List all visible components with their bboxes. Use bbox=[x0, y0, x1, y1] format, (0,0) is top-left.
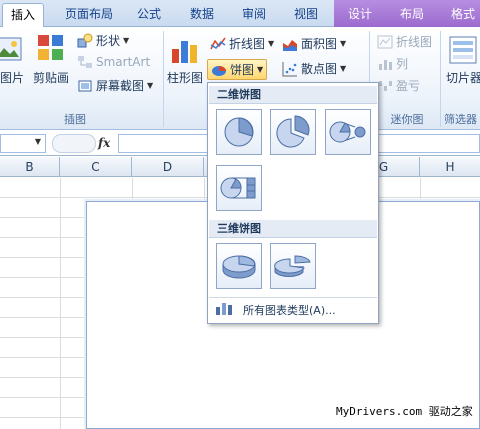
scatter-chart-label: 散点图 bbox=[301, 62, 338, 76]
smartart-button[interactable]: SmartArt bbox=[77, 54, 150, 70]
group-separator bbox=[163, 31, 164, 127]
line-chart-button[interactable]: 折线图 ▼ bbox=[210, 35, 274, 52]
pie-chart-dropdown: 二维饼图 三维饼图 所有图表类型(A)... bbox=[207, 82, 379, 324]
group-separator bbox=[440, 31, 441, 127]
column-header-c[interactable]: C bbox=[60, 157, 132, 177]
area-chart-icon bbox=[282, 36, 298, 52]
tab-layout[interactable]: 布局 bbox=[394, 3, 430, 27]
pie-chart-label: 饼图 bbox=[230, 63, 255, 77]
exploded-pie-3d-tile[interactable] bbox=[270, 243, 316, 289]
exploded-pie-2d-tile[interactable] bbox=[270, 109, 316, 155]
tab-format[interactable]: 格式 bbox=[446, 3, 480, 27]
sparkline-winloss-label: 盈亏 bbox=[396, 79, 421, 93]
column-chart-label[interactable]: 柱形图 bbox=[167, 69, 203, 86]
chevron-down-icon: ▼ bbox=[268, 39, 275, 48]
sparkline-line-label: 折线图 bbox=[396, 35, 433, 49]
pie-chart-icon bbox=[211, 62, 227, 78]
column-header-b[interactable]: B bbox=[0, 157, 60, 177]
tab-page-layout[interactable]: 页面布局 bbox=[58, 3, 120, 27]
chevron-down-icon: ▼ bbox=[340, 64, 347, 73]
smartart-label: SmartArt bbox=[96, 55, 151, 69]
sparkline-column-button[interactable]: 列 bbox=[377, 55, 408, 72]
exploded-pie-2d-icon bbox=[276, 115, 310, 148]
all-chart-types-menu-item[interactable]: 所有图表类型(A)... bbox=[209, 297, 377, 321]
pie-3d-icon bbox=[222, 255, 256, 279]
chevron-down-icon: ▼ bbox=[340, 39, 347, 48]
illustrations-group-label: 插图 bbox=[64, 113, 86, 126]
shapes-icon bbox=[77, 33, 93, 49]
chevron-down-icon: ▼ bbox=[123, 36, 130, 45]
line-chart-label: 折线图 bbox=[229, 37, 266, 51]
pie-chart-button[interactable]: 饼图 ▼ bbox=[207, 59, 268, 80]
slicer-label[interactable]: 切片器 bbox=[446, 69, 480, 86]
section-header-3d-pie: 三维饼图 bbox=[209, 220, 377, 238]
section-header-2d-pie: 二维饼图 bbox=[209, 86, 377, 104]
shapes-button[interactable]: 形状 ▼ bbox=[77, 32, 129, 49]
sparkline-column-label: 列 bbox=[396, 57, 409, 71]
column-header-h[interactable]: H bbox=[420, 157, 480, 177]
clipart-icon[interactable] bbox=[36, 33, 66, 66]
sparkline-winloss-button[interactable]: 盈亏 bbox=[377, 77, 420, 94]
all-chart-types-label: 所有图表类型(A)... bbox=[243, 303, 336, 317]
screenshot-icon bbox=[77, 78, 93, 94]
chevron-down-icon: ▼ bbox=[147, 81, 154, 90]
area-chart-label: 面积图 bbox=[301, 37, 338, 51]
filter-group-label: 筛选器 bbox=[444, 113, 477, 126]
ribbon-tab-bar: 插入 页面布局 公式 数据 审阅 视图 设计 布局 格式 bbox=[0, 0, 480, 28]
picture-button-label[interactable]: 图片 bbox=[0, 69, 24, 86]
sparkline-line-icon bbox=[377, 34, 393, 50]
screenshot-label: 屏幕截图 bbox=[96, 79, 145, 93]
tab-design[interactable]: 设计 bbox=[342, 3, 378, 27]
tab-data[interactable]: 数据 bbox=[184, 3, 220, 27]
watermark: MyDrivers.com 驱动之家 bbox=[336, 405, 473, 418]
sparkline-line-button[interactable]: 折线图 bbox=[377, 33, 432, 50]
sparklines-group-label: 迷你图 bbox=[390, 113, 424, 126]
chart-types-icon bbox=[215, 300, 233, 319]
chevron-down-icon: ▼ bbox=[257, 65, 264, 74]
area-chart-button[interactable]: 面积图 ▼ bbox=[282, 35, 346, 52]
screenshot-button[interactable]: 屏幕截图 ▼ bbox=[77, 77, 153, 94]
clipart-button-label[interactable]: 剪贴画 bbox=[33, 69, 69, 86]
formula-bar-splitter[interactable] bbox=[52, 134, 96, 153]
line-chart-icon bbox=[210, 36, 226, 52]
tab-insert[interactable]: 插入 bbox=[2, 3, 44, 28]
pie-3d-tile[interactable] bbox=[216, 243, 262, 289]
tab-formulas[interactable]: 公式 bbox=[130, 3, 168, 27]
tab-view[interactable]: 视图 bbox=[288, 3, 324, 27]
picture-icon[interactable] bbox=[0, 35, 22, 66]
pie-2d-icon bbox=[224, 117, 254, 147]
tab-review[interactable]: 审阅 bbox=[236, 3, 272, 27]
pie-of-pie-icon bbox=[329, 121, 366, 143]
column-header-d[interactable]: D bbox=[132, 157, 204, 177]
exploded-pie-3d-icon bbox=[274, 255, 311, 277]
scatter-chart-icon bbox=[282, 61, 298, 77]
name-box[interactable]: ▼ bbox=[0, 134, 46, 153]
bar-of-pie-icon bbox=[220, 177, 256, 199]
smartart-icon bbox=[77, 54, 93, 70]
pie-2d-tile[interactable] bbox=[216, 109, 262, 155]
slicer-icon[interactable] bbox=[448, 35, 478, 68]
shapes-label: 形状 bbox=[96, 34, 121, 48]
scatter-chart-button[interactable]: 散点图 ▼ bbox=[282, 60, 346, 77]
sparkline-column-icon bbox=[377, 56, 393, 72]
sparkline-winloss-icon bbox=[377, 78, 393, 94]
column-chart-icon[interactable] bbox=[170, 35, 202, 68]
bar-of-pie-tile[interactable] bbox=[216, 165, 262, 211]
insert-function-icon[interactable]: fx bbox=[98, 136, 110, 150]
pie-of-pie-tile[interactable] bbox=[325, 109, 371, 155]
chevron-down-icon: ▼ bbox=[34, 137, 41, 146]
